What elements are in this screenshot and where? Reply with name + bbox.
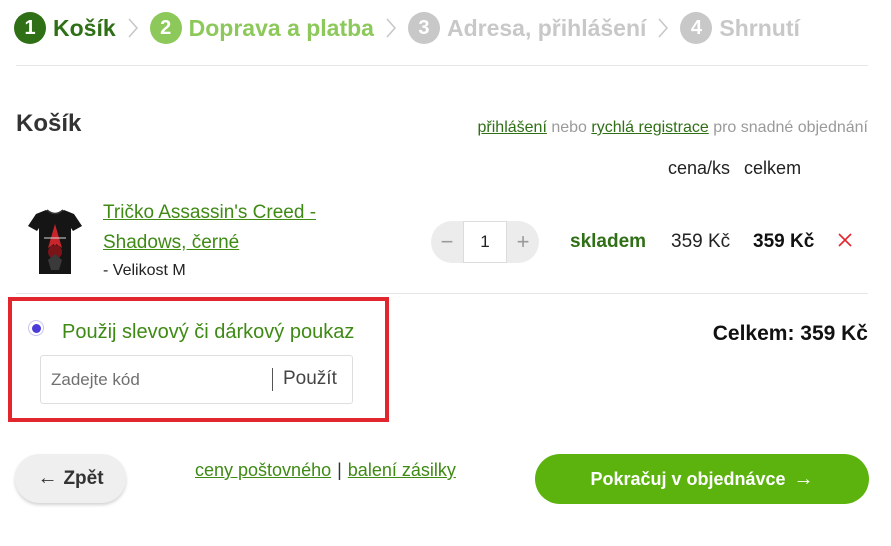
info-links: ceny poštovného | balení zásilky [195,460,456,481]
step-label: Doprava a platba [188,14,374,41]
step-summary: 4 Shrnutí [680,12,800,44]
unit-price-header: cena/ks [668,158,731,178]
radio-dot [31,323,41,333]
login-prompt: přihlášení nebo rychlá registrace pro sn… [478,119,868,137]
chevron-right-icon [122,12,144,44]
step-address-login: 3 Adresa, přihlášení [407,12,647,44]
unit-price: 359 Kč [671,231,731,252]
increase-quantity-button[interactable]: + [507,221,539,263]
step-label: Adresa, přihlášení [446,14,647,41]
arrow-right-icon: → [793,467,814,490]
step-label: Košík [53,14,116,41]
step-shipping-payment[interactable]: 2 Doprava a platba [149,12,374,44]
step-number: 1 [14,12,46,44]
total-header: celkem [744,158,802,178]
step-cart[interactable]: 1 Košík [14,12,116,44]
back-button[interactable]: ← Zpět [15,454,126,503]
stock-status: skladem [570,231,647,252]
step-label: Shrnutí [719,14,800,41]
line-total: 359 Kč [753,231,815,252]
voucher-form: Použít [40,355,353,404]
step-number: 4 [680,12,713,44]
chevron-right-icon [380,12,402,44]
link-separator: | [337,460,342,480]
shipping-prices-link[interactable]: ceny poštovného [195,460,331,480]
product-thumbnail[interactable] [26,208,84,276]
packaging-link[interactable]: balení zásilky [348,460,456,480]
voucher-code-input[interactable] [41,356,272,403]
product-variant: - Velikost M [103,262,186,279]
product-name-link[interactable]: Tričko Assassin's Creed - Shadows, černé [103,198,363,258]
voucher-radio[interactable] [28,320,44,336]
continue-label: Pokračuj v objednávce [590,468,786,489]
login-suffix-text: pro snadné objednání [708,119,868,136]
back-label: Zpět [63,467,104,489]
decrease-quantity-button[interactable]: − [431,221,463,263]
or-text: nebo [546,119,592,136]
step-number: 2 [149,12,182,44]
checkout-steps: 1 Košík 2 Doprava a platba 3 Adresa, při… [14,12,800,44]
cart-total: Celkem: 359 Kč [712,322,868,345]
quick-registration-link[interactable]: rychlá registrace [591,119,708,136]
apply-voucher-button[interactable]: Použít [283,368,337,390]
divider [16,65,868,66]
login-link[interactable]: přihlášení [478,119,547,136]
column-headers: cena/ks celkem [668,158,801,179]
arrow-left-icon: ← [37,467,58,489]
divider [272,368,273,391]
quantity-input[interactable]: 1 [463,221,507,263]
remove-item-icon[interactable] [836,231,854,249]
page-title: Košík [16,110,82,137]
quantity-stepper: − 1 + [431,221,539,263]
voucher-label[interactable]: Použij slevový či dárkový poukaz [62,321,354,344]
continue-order-button[interactable]: Pokračuj v objednávce → [535,454,869,504]
divider [16,293,868,294]
chevron-right-icon [652,12,674,44]
step-number: 3 [407,12,440,44]
